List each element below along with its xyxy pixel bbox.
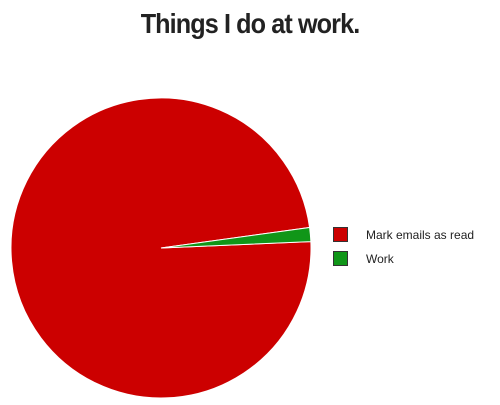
chart-canvas: Things I do at work. Mark emails as read… xyxy=(0,0,500,405)
legend: Mark emails as read Work xyxy=(333,226,474,274)
legend-swatch xyxy=(333,227,348,242)
legend-label: Work xyxy=(366,251,394,266)
legend-item: Work xyxy=(333,250,474,267)
legend-item: Mark emails as read xyxy=(333,226,474,243)
legend-label: Mark emails as read xyxy=(366,227,475,242)
pie-slices xyxy=(10,97,312,399)
pie-chart xyxy=(10,97,312,399)
legend-swatch xyxy=(333,251,348,266)
